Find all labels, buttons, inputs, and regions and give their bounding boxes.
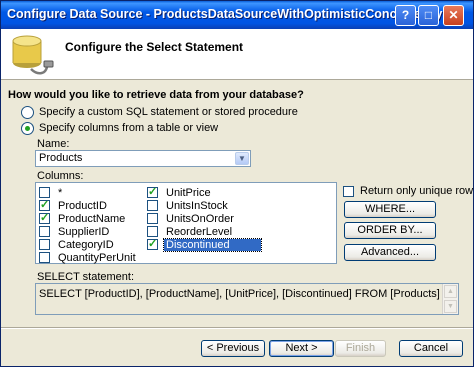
columns-label: Columns: [37,170,84,182]
order-by-button[interactable]: ORDER BY... [344,222,436,239]
statement-scrollbar[interactable]: ▲ ▼ [442,284,458,314]
scroll-down-icon[interactable]: ▼ [444,300,457,313]
footer-divider [1,327,473,329]
custom-sql-label: Specify a custom SQL statement or stored… [39,106,298,118]
cancel-button[interactable]: Cancel [399,340,463,357]
column-item-productid[interactable]: ProductID [39,198,109,212]
column-label: ProductID [58,199,107,212]
column-label: UnitPrice [166,186,211,199]
column-checkbox[interactable] [147,185,158,198]
column-checkbox[interactable] [39,239,50,250]
column-item-supplierid[interactable]: SupplierID [39,225,111,238]
column-item-unitsonorder[interactable]: UnitsOnOrder [147,212,236,225]
column-checkbox[interactable] [39,252,50,263]
column-item-productname[interactable]: ProductName [39,211,127,225]
table-name-select[interactable]: Products ▼ [35,150,251,167]
column-label: Discontinued [163,237,262,252]
column-item-unitsinstock[interactable]: UnitsInStock [147,199,230,212]
column-checkbox[interactable] [147,226,158,237]
previous-button[interactable]: < Previous [201,340,265,357]
advanced-button[interactable]: Advanced... [344,244,436,261]
columns-list[interactable]: * ProductID ProductName SupplierID Categ… [35,182,337,264]
column-checkbox[interactable] [39,198,50,211]
unique-rows-label: Return only unique rows [360,185,474,197]
select-statement-label: SELECT statement: [37,271,135,283]
table-columns-label: Specify columns from a table or view [39,122,219,134]
column-label: UnitsOnOrder [166,212,234,225]
close-button[interactable]: ✕ [443,5,464,26]
column-checkbox[interactable] [147,200,158,211]
custom-sql-radio[interactable] [21,105,34,119]
column-label: ProductName [58,212,126,225]
maximize-button[interactable]: □ [418,5,439,26]
where-button[interactable]: WHERE... [344,201,436,218]
column-checkbox[interactable] [147,237,158,250]
column-item-discontinued[interactable]: Discontinued [147,237,262,252]
column-label: CategoryID [58,238,114,251]
column-item-reorderlevel[interactable]: ReorderLevel [147,225,234,238]
column-checkbox[interactable] [39,187,50,198]
unique-rows-checkbox[interactable] [343,185,354,197]
next-button[interactable]: Next > [269,340,334,357]
window-title: Configure Data Source - ProductsDataSour… [7,7,443,21]
column-label: QuantityPerUnit [58,251,136,264]
unique-rows-option[interactable]: Return only unique rows [343,185,474,197]
page-title: Configure the Select Statement [65,40,244,54]
column-item-unitprice[interactable]: UnitPrice [147,185,213,199]
column-label: ReorderLevel [166,225,233,238]
title-bar[interactable]: Configure Data Source - ProductsDataSour… [1,1,473,29]
select-statement-text: SELECT [ProductID], [ProductName], [Unit… [39,288,440,300]
table-columns-option[interactable]: Specify columns from a table or view [21,121,218,135]
column-checkbox[interactable] [147,213,158,224]
chevron-down-icon[interactable]: ▼ [235,152,249,165]
database-icon [12,35,54,75]
table-columns-radio[interactable] [21,121,34,135]
column-item-categoryid[interactable]: CategoryID [39,238,116,251]
finish-button[interactable]: Finish [335,340,386,357]
column-checkbox[interactable] [39,226,50,237]
name-label: Name: [37,138,70,150]
column-label: SupplierID [58,225,110,238]
column-item-quantityperunit[interactable]: QuantityPerUnit [39,251,138,264]
table-name-value: Products [39,152,83,164]
column-checkbox[interactable] [39,211,50,224]
scroll-up-icon[interactable]: ▲ [444,285,457,298]
help-icon[interactable]: ? [395,5,416,26]
custom-sql-option[interactable]: Specify a custom SQL statement or stored… [21,105,298,119]
column-label: * [58,186,63,199]
column-label: UnitsInStock [166,199,228,212]
wizard-header: Configure the Select Statement [1,29,473,80]
retrieval-question: How would you like to retrieve data from… [8,89,304,101]
select-statement-field[interactable]: SELECT [ProductID], [ProductName], [Unit… [35,283,459,315]
configure-data-source-dialog: Configure Data Source - ProductsDataSour… [0,0,474,367]
